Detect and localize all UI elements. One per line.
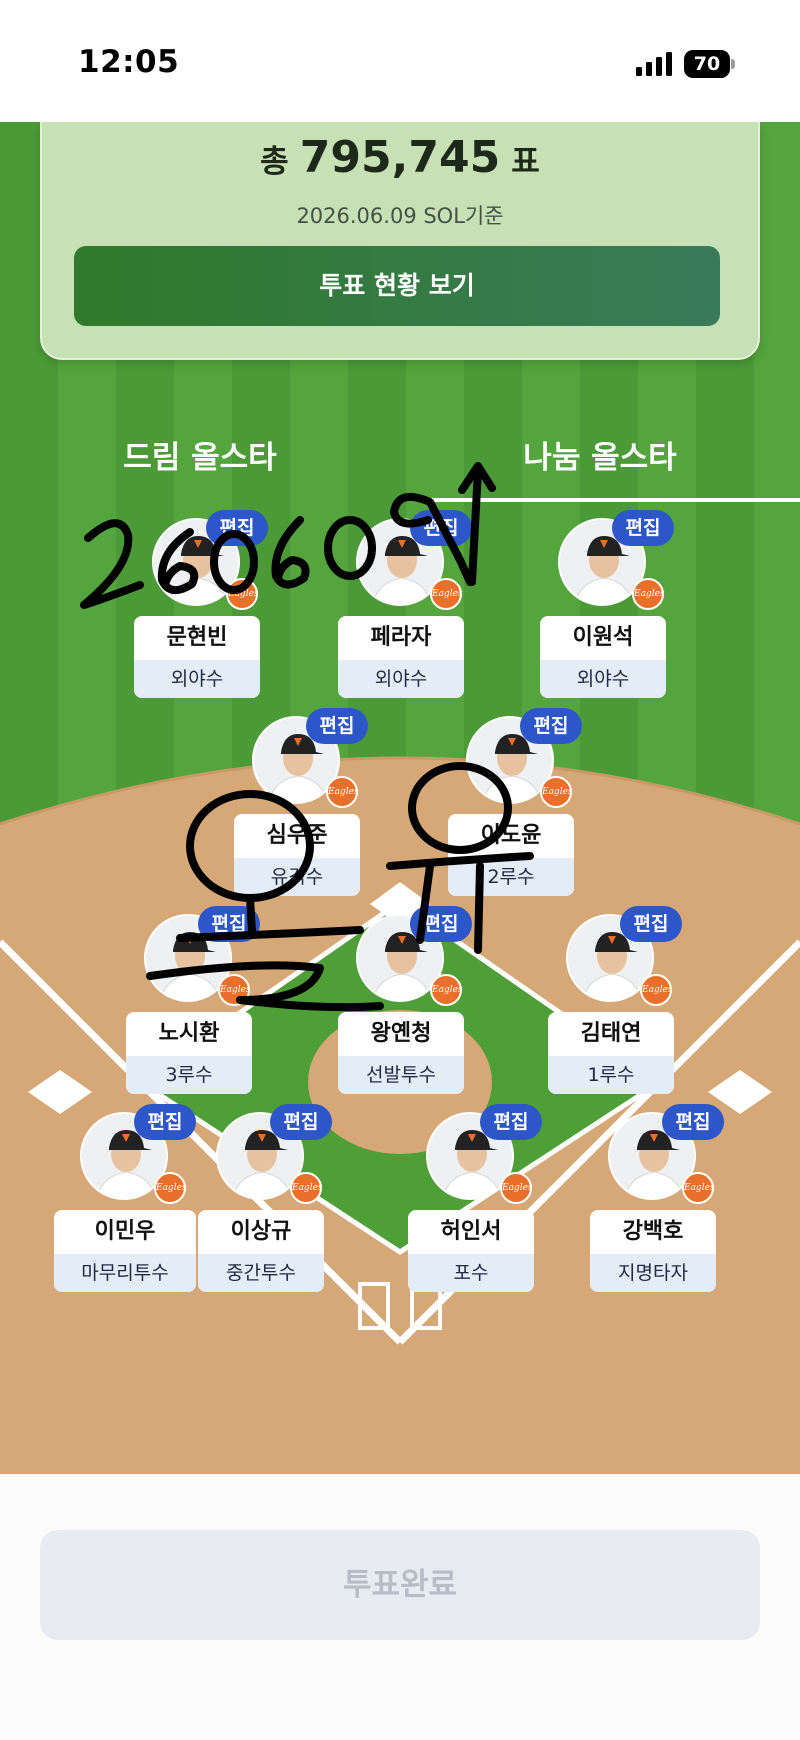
player-position: 3루수: [126, 1056, 252, 1094]
player-card[interactable]: 편집 Eagles 김태연 1루수: [536, 906, 686, 1094]
player-position: 외야수: [540, 660, 666, 698]
battery-tip: [731, 59, 735, 69]
eagles-logo-icon: Eagles: [682, 1172, 715, 1204]
player-info: 강백호지명타자: [590, 1210, 716, 1292]
player-name: 강백호: [622, 1219, 684, 1244]
player-name: 이도윤: [480, 823, 542, 848]
player-position: 중간투수: [198, 1254, 324, 1292]
player-card[interactable]: 편집 Eagles 허인서포수: [396, 1104, 546, 1292]
edit-button[interactable]: 편집: [662, 1104, 724, 1140]
player-info: 이상규중간투수: [198, 1210, 324, 1292]
player-info: 허인서포수: [408, 1210, 534, 1292]
edit-button[interactable]: 편집: [520, 708, 582, 744]
edit-button[interactable]: 편집: [612, 510, 674, 546]
player-info: 문현빈외야수: [134, 616, 260, 698]
selected-tab-indicator: [430, 498, 800, 502]
player-name: 김태연: [580, 1021, 642, 1046]
player-name: 심우준: [266, 823, 328, 848]
eagles-logo-icon: Eagles: [632, 578, 665, 610]
total-votes-card: 총 795,745 표 2026.06.09 SOL기준 투표 현황 보기: [40, 122, 760, 360]
eagles-logo-icon: Eagles: [218, 974, 251, 1006]
player-card[interactable]: 편집 Eagles 문현빈외야수: [122, 510, 272, 698]
player-card[interactable]: 편집 Eagles 강백호지명타자: [578, 1104, 728, 1292]
player-position: 외야수: [134, 660, 260, 698]
player-card[interactable]: 편집 Eagles 이도윤 2루수: [436, 708, 586, 896]
player-card[interactable]: 편집 Eagles 왕옌청선발투수: [326, 906, 476, 1094]
player-position: 포수: [408, 1254, 534, 1292]
baseball-field: 총 795,745 표 2026.06.09 SOL기준 투표 현황 보기 드림…: [0, 122, 800, 1474]
player-position: 마무리투수: [54, 1254, 196, 1292]
total-unit: 표: [511, 144, 540, 180]
player-name: 이원석: [572, 625, 634, 650]
player-card[interactable]: 편집 Eagles 이원석외야수: [528, 510, 678, 698]
player-position: 1루수: [548, 1056, 674, 1094]
player-position: 외야수: [338, 660, 464, 698]
player-position: 선발투수: [338, 1056, 464, 1094]
battery-level: 70: [684, 50, 730, 78]
edit-button[interactable]: 편집: [306, 708, 368, 744]
player-name: 노시환: [158, 1021, 220, 1046]
player-info: 이원석외야수: [540, 616, 666, 698]
cellular-signal-icon: [636, 52, 672, 76]
eagles-logo-icon: Eagles: [326, 776, 359, 808]
edit-button[interactable]: 편집: [410, 906, 472, 942]
player-info: 노시환 3루수: [126, 1012, 252, 1094]
player-position: 지명타자: [590, 1254, 716, 1292]
player-name: 문현빈: [166, 625, 228, 650]
status-bar: 12:05 70: [0, 0, 800, 122]
eagles-logo-icon: Eagles: [430, 974, 463, 1006]
total-votes-line: 총 795,745 표: [42, 132, 758, 183]
eagles-logo-icon: Eagles: [540, 776, 573, 808]
status-time: 12:05: [78, 44, 180, 80]
player-info: 이민우마무리투수: [54, 1210, 196, 1292]
edit-button[interactable]: 편집: [206, 510, 268, 546]
player-card[interactable]: 편집 Eagles 이상규중간투수: [186, 1104, 336, 1292]
player-info: 왕옌청선발투수: [338, 1012, 464, 1094]
eagles-logo-icon: Eagles: [290, 1172, 323, 1204]
player-name: 페라자: [370, 625, 432, 650]
edit-button[interactable]: 편집: [480, 1104, 542, 1140]
player-position: 2루수: [448, 858, 574, 896]
player-info: 김태연 1루수: [548, 1012, 674, 1094]
eagles-logo-icon: Eagles: [430, 578, 463, 610]
edit-button[interactable]: 편집: [410, 510, 472, 546]
vote-complete-button[interactable]: 투표완료: [40, 1530, 760, 1640]
total-votes-count: 795,745: [299, 132, 501, 183]
edit-button[interactable]: 편집: [620, 906, 682, 942]
player-name: 왕옌청: [370, 1021, 432, 1046]
edit-button[interactable]: 편집: [198, 906, 260, 942]
eagles-logo-icon: Eagles: [226, 578, 259, 610]
tab-dream-allstar[interactable]: 드림 올스타: [90, 432, 310, 477]
eagles-logo-icon: Eagles: [154, 1172, 187, 1204]
player-info: 이도윤 2루수: [448, 814, 574, 896]
tab-nanum-allstar[interactable]: 나눔 올스타: [490, 432, 710, 477]
player-card[interactable]: 편집 Eagles 이민우 마무리투수: [50, 1104, 200, 1292]
eagles-logo-icon: Eagles: [500, 1172, 533, 1204]
player-card[interactable]: 편집 Eagles 노시환 3루수: [114, 906, 264, 1094]
player-name: 허인서: [440, 1219, 502, 1244]
total-prefix: 총: [260, 144, 289, 180]
battery-icon: 70: [684, 50, 735, 78]
eagles-logo-icon: Eagles: [640, 974, 673, 1006]
vote-status-button[interactable]: 투표 현황 보기: [74, 246, 720, 326]
player-position: 유격수: [234, 858, 360, 896]
edit-button[interactable]: 편집: [270, 1104, 332, 1140]
bottom-area: 투표완료: [0, 1474, 800, 1740]
vote-date-basis: 2026.06.09 SOL기준: [296, 204, 504, 228]
player-card[interactable]: 편집 Eagles 페라자외야수: [326, 510, 476, 698]
player-info: 페라자외야수: [338, 616, 464, 698]
player-card[interactable]: 편집 Eagles 심우준유격수: [222, 708, 372, 896]
player-info: 심우준유격수: [234, 814, 360, 896]
player-name: 이상규: [230, 1219, 292, 1244]
player-name: 이민우: [94, 1219, 156, 1244]
